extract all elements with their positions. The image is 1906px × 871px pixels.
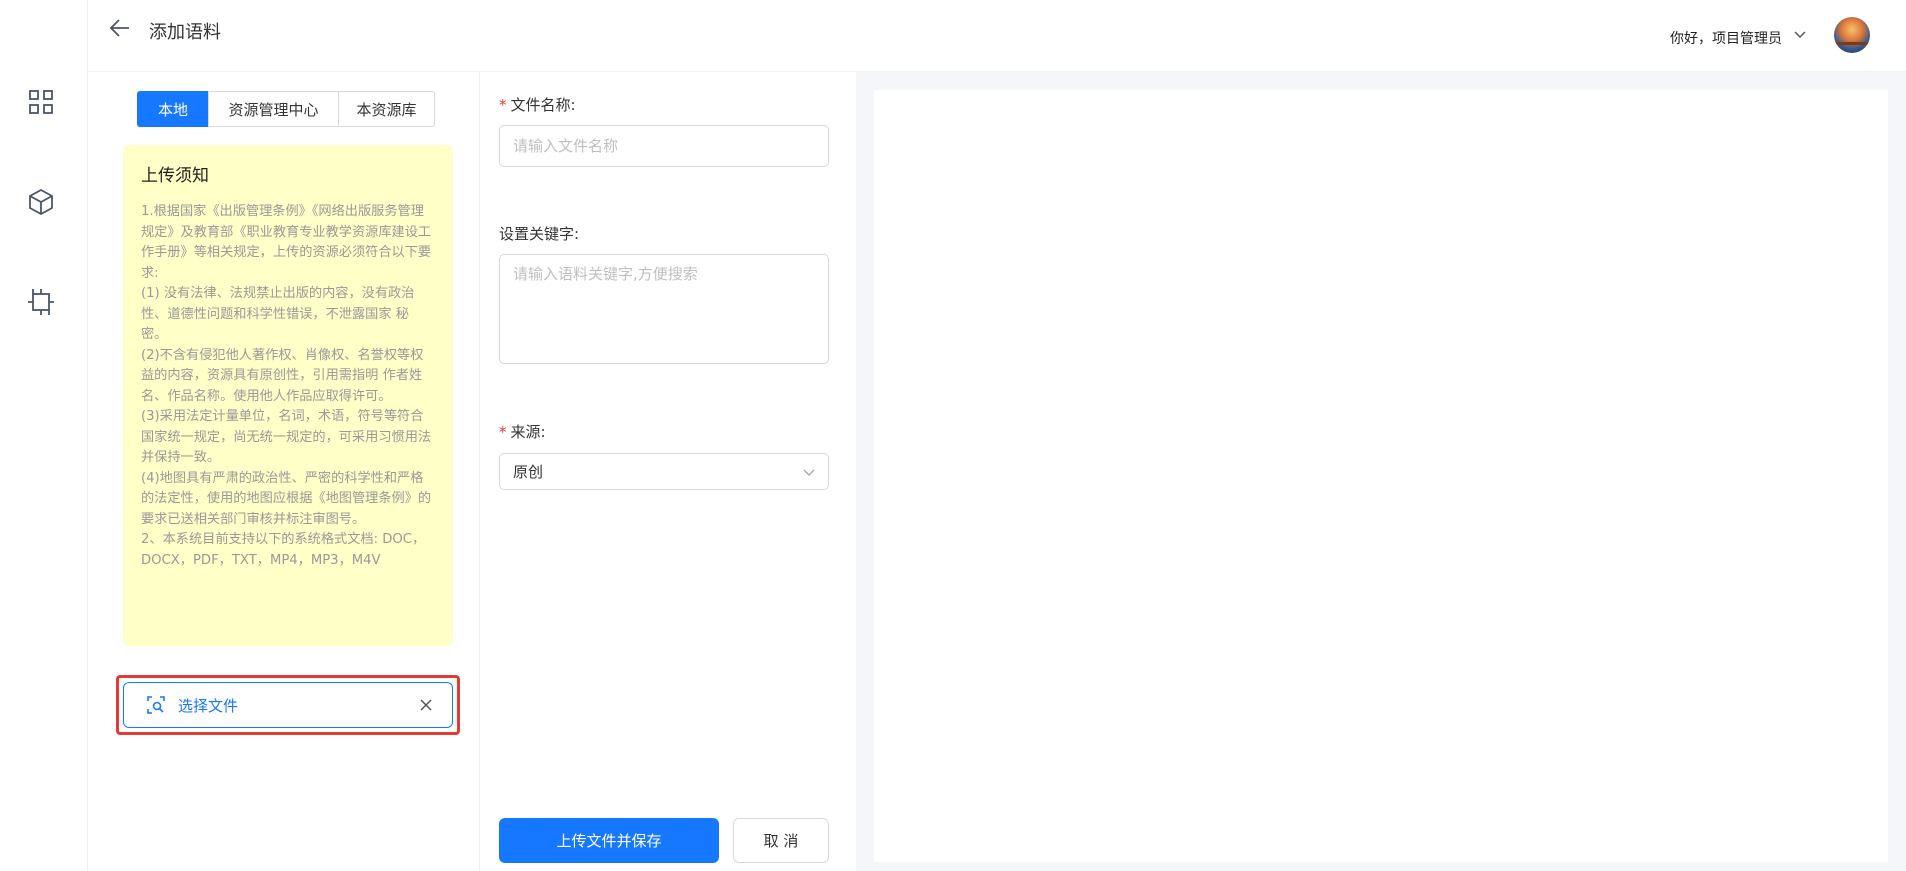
- source-select[interactable]: 原创: [499, 453, 829, 490]
- scan-search-icon: [146, 695, 166, 715]
- header: 添加语料 你好，项目管理员: [88, 0, 1906, 72]
- sidebar-item-dashboard[interactable]: [26, 87, 56, 117]
- grid-icon: [29, 90, 53, 114]
- page-title: 添加语料: [149, 22, 221, 43]
- select-file-button[interactable]: 选择文件: [123, 682, 453, 728]
- upload-save-button[interactable]: 上传文件并保存: [499, 818, 719, 863]
- arrow-left-icon: [109, 19, 129, 37]
- source-selected-value: 原创: [513, 463, 544, 481]
- sidebar-item-modules[interactable]: [26, 287, 56, 317]
- file-name-input[interactable]: [499, 125, 829, 167]
- tab-this-library[interactable]: 本资源库: [338, 91, 435, 127]
- file-info-form: *文件名称: 设置关键字: *来源: 原创 上传文件并保存 取 消: [481, 72, 856, 871]
- avatar[interactable]: [1834, 17, 1870, 53]
- keywords-input[interactable]: [499, 254, 829, 364]
- file-name-label: * 文件名称:: [499, 96, 576, 114]
- upload-notice: 上传须知 1.根据国家《出版管理条例》《网络出版服务管理规定》及教育部《职业教育…: [123, 145, 453, 646]
- tab-local[interactable]: 本地: [137, 91, 209, 127]
- required-mark: *: [499, 423, 507, 441]
- required-mark: *: [499, 96, 507, 114]
- cancel-button[interactable]: 取 消: [733, 818, 829, 863]
- tab-resource-center[interactable]: 资源管理中心: [208, 91, 339, 127]
- chevron-down-icon: [802, 465, 816, 479]
- select-file-label: 选择文件: [178, 696, 239, 715]
- sidebar: [0, 0, 88, 871]
- app-root: 添加语料 你好，项目管理员 本地 资源管理中心 本资源库 上传须知 1.根据国家…: [0, 0, 1906, 871]
- cube-icon: [29, 188, 53, 216]
- chip-icon: [28, 289, 54, 315]
- preview-panel: [874, 90, 1888, 862]
- notice-body: 1.根据国家《出版管理条例》《网络出版服务管理规定》及教育部《职业教育专业教学资…: [141, 204, 432, 568]
- close-icon[interactable]: [418, 697, 434, 713]
- chevron-down-icon: [1794, 31, 1806, 39]
- notice-title: 上传须知: [141, 166, 209, 186]
- user-greeting[interactable]: 你好，项目管理员: [1670, 28, 1782, 48]
- keywords-label: 设置关键字:: [499, 225, 580, 243]
- back-button[interactable]: [106, 14, 134, 42]
- sidebar-item-resources[interactable]: [26, 187, 56, 217]
- user-menu-toggle[interactable]: [1792, 26, 1808, 42]
- source-tabs: 本地 资源管理中心 本资源库: [137, 91, 435, 127]
- source-label: * 来源:: [499, 423, 546, 441]
- upload-source-panel: 本地 资源管理中心 本资源库 上传须知 1.根据国家《出版管理条例》《网络出版服…: [88, 72, 480, 871]
